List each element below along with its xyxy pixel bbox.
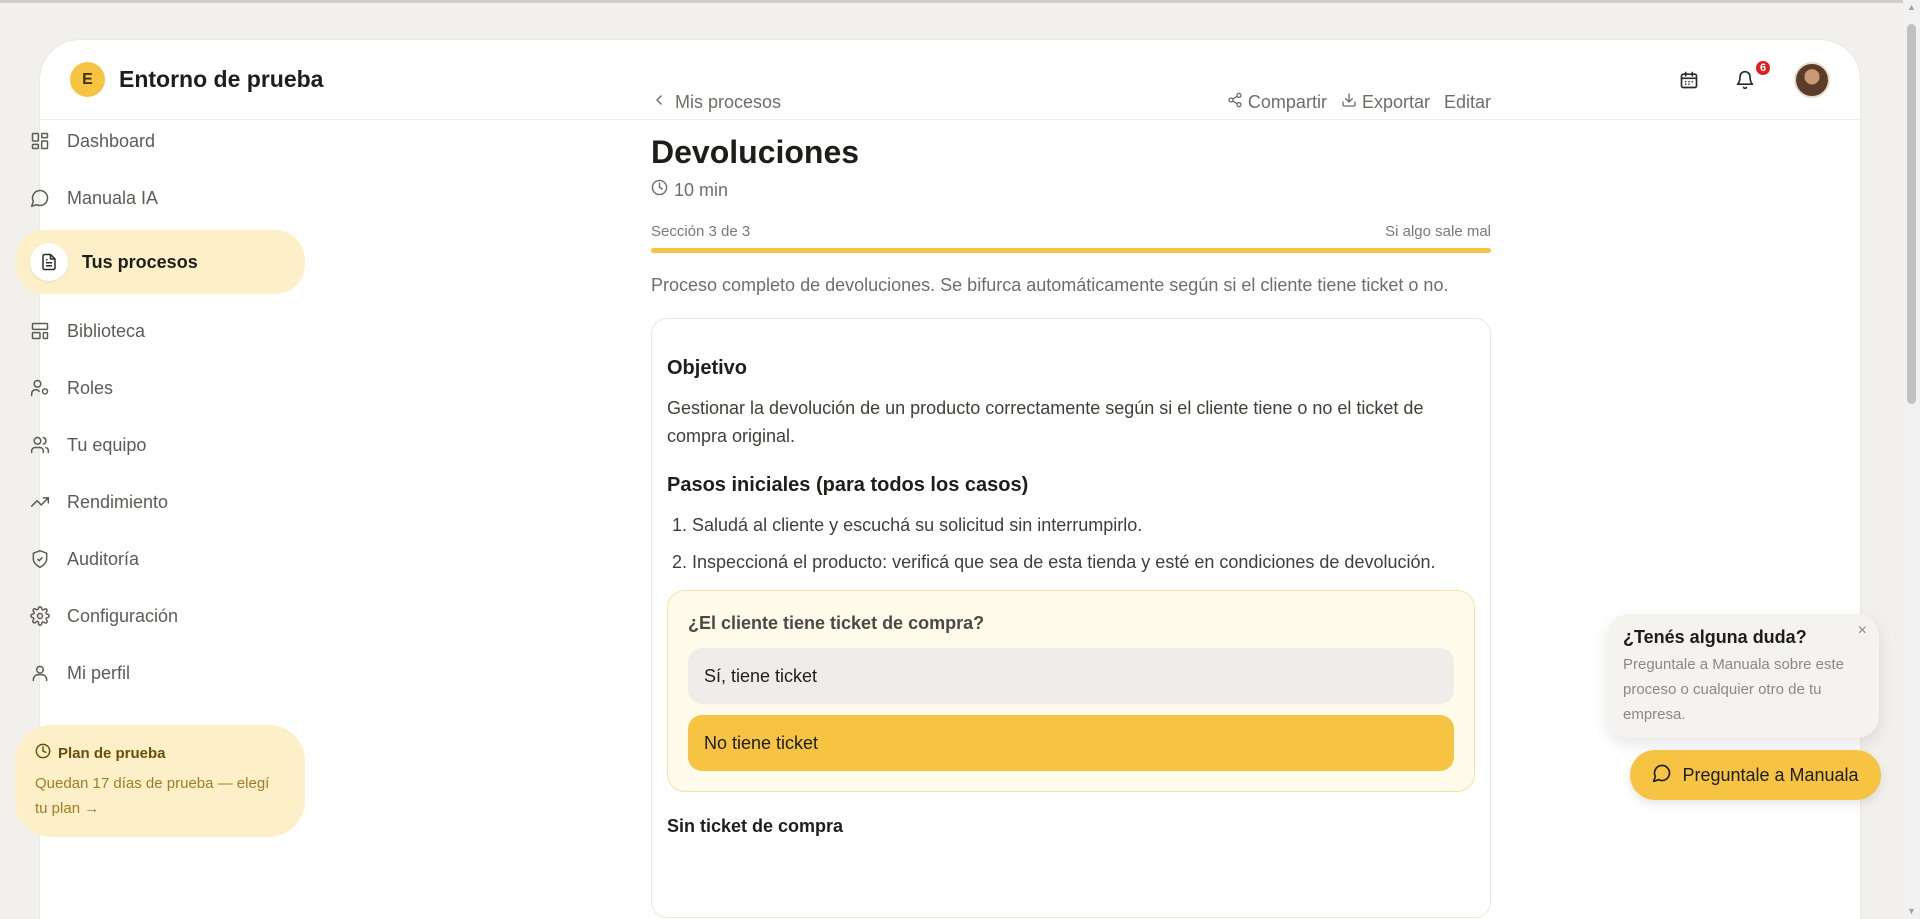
export-button[interactable]: Exportar [1341,92,1430,113]
sidebar-item-manuala-ia[interactable]: Manuala IA [15,172,305,224]
sidebar-item-auditoria[interactable]: Auditoría [15,533,305,585]
decision-block: ¿El cliente tiene ticket de compra? Sí, … [667,590,1475,792]
roles-icon [29,377,51,399]
dashboard-icon [29,130,51,152]
share-label: Compartir [1247,91,1327,112]
sidebar-item-label: Rendimiento [67,491,169,512]
process-actions: Compartir Exportar Editar [1227,92,1491,113]
sidebar-item-label: Roles [67,377,114,398]
process-description: Proceso completo de devoluciones. Se bif… [651,275,1449,295]
progress-bar [651,248,1491,253]
sidebar-item-label: Dashboard [67,130,156,151]
gear-icon [29,605,51,627]
chevron-left-icon [651,92,667,113]
clock-icon [651,179,668,201]
sidebar-item-label: Auditoría [67,548,140,569]
list-item: 2. Inspeccioná el producto: verificá que… [672,552,1436,572]
progress-bar-fill [651,248,1491,253]
process-duration: 10 min [651,179,1491,201]
sidebar-item-rendimiento[interactable]: Rendimiento [15,476,305,528]
chat-icon [29,187,51,209]
user-avatar[interactable] [1794,61,1830,98]
process-content: Mis procesos Compartir Exportar Editar D… [651,90,1491,918]
notification-count-badge: 6 [1754,58,1772,77]
scroll-up-arrow-icon[interactable]: ▲ [1906,2,1917,13]
clock-icon [35,743,51,763]
sidebar-item-label: Mi perfil [67,662,131,683]
option-has-ticket-button[interactable]: Sí, tiene ticket [688,648,1454,704]
browser-top-edge [0,0,1920,3]
decision-question: ¿El cliente tiene ticket de compra? [688,613,985,633]
ask-manuala-button[interactable]: Preguntale a Manuala [1630,750,1881,800]
back-to-processes-link[interactable]: Mis procesos [651,92,781,113]
sidebar-item-biblioteca[interactable]: Biblioteca [15,305,305,357]
sidebar-nav: Dashboard Manuala IA Tus procesos Biblio… [15,115,305,704]
scroll-down-arrow-icon[interactable]: ▼ [1906,906,1917,917]
workspace-badge[interactable]: E [70,62,105,97]
download-icon [1341,92,1357,113]
close-icon[interactable]: × [1858,622,1867,640]
sidebar-item-label: Configuración [67,605,179,626]
share-icon [1227,92,1243,113]
next-section-heading: Sin ticket de compra [667,816,844,836]
duration-text: 10 min [674,179,729,200]
sidebar-item-label: Manuala IA [67,187,159,208]
shield-icon [29,548,51,570]
plan-description-link[interactable]: Quedan 17 días de prueba — elegí tu plan… [35,771,285,821]
document-icon [30,243,68,281]
option-no-ticket-button[interactable]: No tiene ticket [688,715,1454,771]
help-title: ¿Tenés alguna duda? [1623,627,1807,647]
ask-manuala-label: Preguntale a Manuala [1682,764,1859,785]
export-label: Exportar [1361,91,1430,112]
page-title: Devoluciones [651,134,860,170]
plan-title: Plan de prueba [35,743,285,763]
sidebar-item-dashboard[interactable]: Dashboard [15,115,305,167]
sidebar-item-roles[interactable]: Roles [15,362,305,414]
bell-icon[interactable]: 6 [1730,58,1772,95]
initial-steps-heading: Pasos iniciales (para todos los casos) [667,474,1029,496]
sidebar-item-mi-perfil[interactable]: Mi perfil [15,647,305,699]
trial-plan-card[interactable]: Plan de prueba Quedan 17 días de prueba … [15,725,305,837]
header-actions: 6 [1674,58,1830,98]
plan-title-text: Plan de prueba [58,744,166,762]
sidebar-item-label: Tu equipo [67,434,147,455]
scrollbar-thumb[interactable] [1907,24,1916,404]
chat-icon [1652,763,1672,788]
sidebar-item-tu-equipo[interactable]: Tu equipo [15,419,305,471]
help-popover: × ¿Tenés alguna duda? Preguntale a Manua… [1607,614,1879,738]
library-icon [29,320,51,342]
trend-icon [29,491,51,513]
objective-text: Gestionar la devolución de un producto c… [667,398,1424,446]
content-toolbar: Mis procesos Compartir Exportar Editar [651,90,1491,114]
workspace-name: Entorno de prueba [119,66,324,92]
section-counter: Sección 3 de 3 [651,223,751,240]
edit-button[interactable]: Editar [1444,92,1491,113]
sidebar-item-configuracion[interactable]: Configuración [15,590,305,642]
sidebar-item-label: Tus procesos [82,251,198,272]
user-icon [29,662,51,684]
share-button[interactable]: Compartir [1227,92,1327,113]
team-icon [29,434,51,456]
current-section-name: Si algo sale mal [1385,223,1491,240]
help-text: Preguntale a Manuala sobre este proceso … [1623,656,1844,723]
progress-labels: Sección 3 de 3 Si algo sale mal [651,223,1491,240]
page-scrollbar[interactable]: ▲ ▼ [1903,0,1920,919]
sidebar-item-label: Biblioteca [67,320,146,341]
objective-heading: Objetivo [667,357,748,379]
breadcrumb-label: Mis procesos [675,91,782,112]
process-card: Objetivo Gestionar la devolución de un p… [651,318,1491,918]
sidebar-item-tus-procesos[interactable]: Tus procesos [15,230,305,294]
list-item: 1. Saludá al cliente y escuchá su solici… [672,515,1143,535]
calendar-icon[interactable] [1674,65,1704,95]
initial-steps-list: 1. Saludá al cliente y escuchá su solici… [667,511,1475,576]
